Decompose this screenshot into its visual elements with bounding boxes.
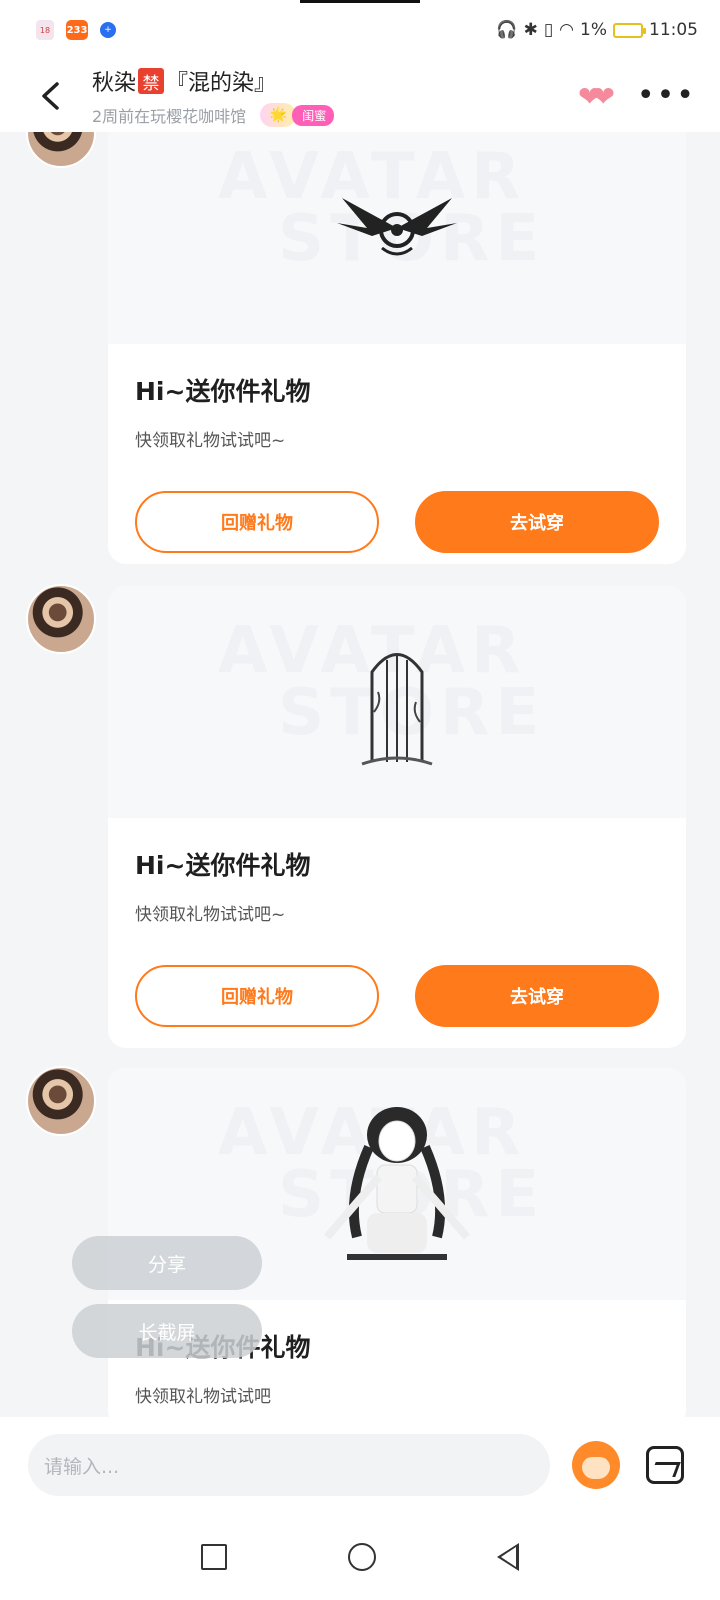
gift-card: AVATAR STORE Hi~送你件礼物 快领取礼物试试吧~ 回赠礼物 去试穿 xyxy=(108,586,686,1048)
message-list[interactable]: AVATAR STORE Hi~送你件礼物 快领取礼物试试吧~ 回赠礼物 去试穿 xyxy=(0,132,720,1417)
system-nav-bar xyxy=(0,1513,720,1600)
ban-badge: 禁 xyxy=(138,68,165,94)
avatar-character-icon xyxy=(323,1107,471,1260)
emoji-icon[interactable] xyxy=(572,1441,620,1489)
card-title: Hi~送你件礼物 xyxy=(135,377,311,406)
activity-status: 2周前在玩樱花咖啡馆 xyxy=(92,107,247,126)
return-gift-button[interactable]: 回赠礼物 xyxy=(135,965,379,1027)
long-screenshot-button[interactable]: 长截屏 xyxy=(72,1304,262,1358)
relation-label: 闺蜜 xyxy=(292,104,335,126)
status-bar: 18 233 + 🎧 ✱ ▯ ◠ 1% 11:05 xyxy=(0,0,720,60)
avatar[interactable] xyxy=(26,584,96,654)
more-options-button[interactable]: ••• xyxy=(637,81,696,111)
app-notification-icon: 18 xyxy=(36,20,54,40)
gift-preview[interactable]: AVATAR STORE xyxy=(108,586,686,818)
return-gift-button[interactable]: 回赠礼物 xyxy=(135,491,379,553)
message-input[interactable]: 请输入... xyxy=(28,1434,550,1496)
home-icon[interactable] xyxy=(347,1542,376,1571)
bff-icon: 🌟 xyxy=(260,103,297,127)
intimacy-hearts-icon[interactable]: ❤❤ xyxy=(578,80,615,113)
avatar[interactable] xyxy=(26,132,96,168)
bluetooth-icon: ✱ xyxy=(523,20,538,40)
chat-title: 秋染 禁 『混的染』 xyxy=(92,65,334,97)
card-description: 快领取礼物试试吧~ xyxy=(135,431,286,451)
recent-apps-icon[interactable] xyxy=(200,1543,227,1570)
back-button[interactable] xyxy=(30,76,70,116)
wifi-icon: ◠ xyxy=(559,20,575,40)
gift-card: AVATAR STORE Hi~送你件礼物 快领取礼物试试吧~ 回赠礼物 去试穿 xyxy=(108,132,686,564)
share-button[interactable]: 分享 xyxy=(72,1236,262,1290)
relation-tag: 🌟 闺蜜 xyxy=(260,103,335,127)
card-description: 快领取礼物试试吧~ xyxy=(135,905,286,925)
ornate-gate-icon xyxy=(361,653,433,766)
headphones-icon: 🎧 xyxy=(496,20,518,40)
try-on-button[interactable]: 去试穿 xyxy=(415,965,659,1027)
battery-icon xyxy=(613,22,646,38)
clock: 11:05 xyxy=(649,20,698,40)
notch xyxy=(300,0,420,3)
chat-header: 秋染 禁 『混的染』 2周前在玩樱花咖啡馆 🌟 闺蜜 ❤❤ ••• xyxy=(0,60,720,132)
app-233-icon: 233 xyxy=(66,20,88,40)
back-triangle-icon[interactable] xyxy=(497,1542,520,1571)
contact-name: 秋染 xyxy=(92,71,137,96)
card-description: 快领取礼物试试吧 xyxy=(135,1387,271,1407)
winged-emblem-icon xyxy=(337,198,457,256)
group-name: 『混的染』 xyxy=(166,71,277,96)
chevron-left-icon xyxy=(42,82,59,110)
image-icon[interactable] xyxy=(646,1446,684,1484)
gift-preview[interactable]: AVATAR STORE xyxy=(108,132,686,344)
battery-percent: 1% xyxy=(580,20,607,40)
card-title: Hi~送你件礼物 xyxy=(135,851,311,880)
try-on-button[interactable]: 去试穿 xyxy=(415,491,659,553)
input-bar: 请输入... xyxy=(0,1417,720,1513)
vibrate-icon: ▯ xyxy=(543,20,554,40)
avatar[interactable] xyxy=(26,1066,96,1136)
app-shield-icon: + xyxy=(100,22,116,38)
